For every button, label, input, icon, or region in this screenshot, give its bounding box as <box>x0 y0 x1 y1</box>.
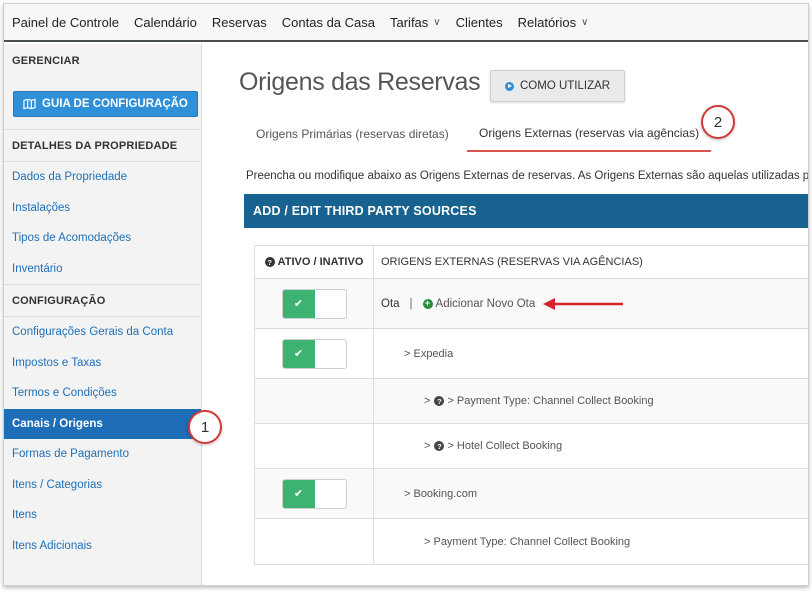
tab-external-sources[interactable]: Origens Externas (reservas via agências) <box>467 116 712 152</box>
sidebar-item-terms[interactable]: Termos e Condições <box>4 378 201 409</box>
active-toggle[interactable]: ✔ <box>281 478 347 509</box>
sidebar-header-property: DETALHES DA PROPRIEDADE <box>4 129 201 162</box>
guide-button-wrapper: GUIA DE CONFIGURAÇÃO <box>4 77 201 129</box>
toggle-cell: ✔ <box>255 279 374 328</box>
col-active-label: ATIVO / INATIVO <box>277 256 364 268</box>
callout-marker-2: 2 <box>701 105 735 139</box>
chevron-right-icon: > <box>424 395 431 407</box>
app-window: Painel de Controle Calendário Reservas C… <box>3 3 809 586</box>
nav-clients-label: Clientes <box>455 14 503 30</box>
sources-table: ? ATIVO / INATIVO ORIGENS EXTERNAS (RESE… <box>254 245 808 565</box>
top-nav: Painel de Controle Calendário Reservas C… <box>4 4 808 42</box>
empty-cell <box>255 424 374 468</box>
nav-reservations[interactable]: Reservas <box>212 15 267 30</box>
separator: | <box>409 297 413 310</box>
how-to-use-button[interactable]: COMO UTILIZAR <box>490 70 626 102</box>
nav-calendar[interactable]: Calendário <box>134 15 197 30</box>
nav-reports-label: Relatórios <box>517 14 577 30</box>
sidebar-item-inventory[interactable]: Inventário <box>4 254 201 285</box>
sub-source-name: > Payment Type: Channel Collect Booking <box>447 395 654 407</box>
table-header: ? ATIVO / INATIVO ORIGENS EXTERNAS (RESE… <box>255 246 808 279</box>
map-icon <box>23 98 36 110</box>
page-description: Preencha ou modifique abaixo as Origens … <box>246 170 809 182</box>
sidebar-header-config: CONFIGURAÇÃO <box>4 284 201 317</box>
setup-guide-label: GUIA DE CONFIGURAÇÃO <box>42 98 188 110</box>
nav-rates[interactable]: Tarifas ∨ <box>390 15 441 30</box>
toggle-cell: ✔ <box>255 329 374 378</box>
nav-calendar-label: Calendário <box>133 14 197 30</box>
ota-label: Ota <box>381 297 400 310</box>
page-title: Origens das Reservas <box>239 68 481 96</box>
callout-marker-1: 1 <box>188 410 222 444</box>
table-row: >? > Hotel Collect Booking <box>255 424 808 469</box>
nav-dashboard[interactable]: Painel de Controle <box>12 15 119 30</box>
ota-cell: Ota | + Adicionar Novo Ota <box>374 279 808 328</box>
sidebar-item-payment-methods[interactable]: Formas de Pagamento <box>4 439 201 470</box>
sidebar-item-categories[interactable]: Itens / Categorias <box>4 470 201 501</box>
sidebar-item-room-types[interactable]: Tipos de Acomodações <box>4 223 201 254</box>
nav-reservations-label: Reservas <box>211 14 267 30</box>
plus-circle-icon: + <box>422 298 433 309</box>
chevron-down-icon: ∨ <box>581 16 589 28</box>
sidebar-item-general-settings[interactable]: Configurações Gerais da Conta <box>4 317 201 348</box>
sidebar-item-items[interactable]: Itens <box>4 500 201 531</box>
help-icon[interactable]: ? <box>434 441 445 451</box>
nav-house-accounts-label: Contas da Casa <box>281 14 375 30</box>
nav-house-accounts[interactable]: Contas da Casa <box>282 15 375 30</box>
col-active-header: ? ATIVO / INATIVO <box>255 246 374 278</box>
sub-source-cell: >? > Payment Type: Channel Collect Bookin… <box>374 379 808 423</box>
play-icon <box>505 81 514 91</box>
sidebar-item-channels[interactable]: Canais / Origens <box>4 408 201 439</box>
empty-cell <box>255 379 374 423</box>
panel-title: ADD / EDIT THIRD PARTY SOURCES <box>244 194 808 228</box>
sub-source-name: > Payment Type: Channel Collect Booking <box>424 535 631 548</box>
empty-cell <box>255 519 374 564</box>
table-row-ota: ✔ Ota | + Adicionar Novo Ota <box>255 279 808 329</box>
nav-clients[interactable]: Clientes <box>456 15 503 30</box>
sidebar-item-extra-items[interactable]: Itens Adicionais <box>4 531 201 562</box>
arrow-left-icon <box>543 297 625 310</box>
sub-source-name: > Hotel Collect Booking <box>447 440 563 452</box>
sidebar-header-manage: GERENCIAR <box>12 54 80 67</box>
add-ota-link[interactable]: + Adicionar Novo Ota <box>422 297 536 310</box>
source-name: > Expedia <box>404 347 454 360</box>
sidebar-item-taxes[interactable]: Impostos e Taxas <box>4 348 201 379</box>
help-icon[interactable]: ? <box>434 396 445 406</box>
active-toggle[interactable]: ✔ <box>281 288 347 319</box>
add-ota-label: Adicionar Novo Ota <box>435 297 536 310</box>
toggle-cell: ✔ <box>255 469 374 518</box>
sidebar-item-property-data[interactable]: Dados da Propriedade <box>4 162 201 193</box>
sidebar: GERENCIAR GUIA DE CONFIGURAÇÃO DETALHES … <box>4 44 202 585</box>
setup-guide-button[interactable]: GUIA DE CONFIGURAÇÃO <box>13 91 198 117</box>
table-row: ✔ > Expedia <box>255 329 808 379</box>
tab-primary-sources[interactable]: Origens Primárias (reservas diretas) <box>256 116 449 152</box>
source-name: > Booking.com <box>404 487 478 500</box>
sidebar-item-facilities[interactable]: Instalações <box>4 193 201 224</box>
nav-dashboard-label: Painel de Controle <box>12 14 119 30</box>
chevron-down-icon: ∨ <box>433 16 441 28</box>
sub-source-cell: >? > Hotel Collect Booking <box>374 424 808 468</box>
checkmark-icon: ✔ <box>282 339 315 368</box>
chevron-right-icon: > <box>424 440 431 452</box>
nav-reports[interactable]: Relatórios ∨ <box>518 15 589 30</box>
table-row: >? > Payment Type: Channel Collect Bookin… <box>255 379 808 424</box>
table-row: > Payment Type: Channel Collect Booking <box>255 519 808 565</box>
table-row: ✔ > Booking.com <box>255 469 808 519</box>
active-toggle[interactable]: ✔ <box>281 338 347 369</box>
how-to-use-label: COMO UTILIZAR <box>520 80 611 92</box>
checkmark-icon: ✔ <box>282 479 315 508</box>
col-sources-header: ORIGENS EXTERNAS (RESERVAS VIA AGÊNCIAS) <box>381 256 643 268</box>
checkmark-icon: ✔ <box>282 289 315 318</box>
nav-rates-label: Tarifas <box>390 14 429 30</box>
help-icon[interactable]: ? <box>264 257 275 267</box>
